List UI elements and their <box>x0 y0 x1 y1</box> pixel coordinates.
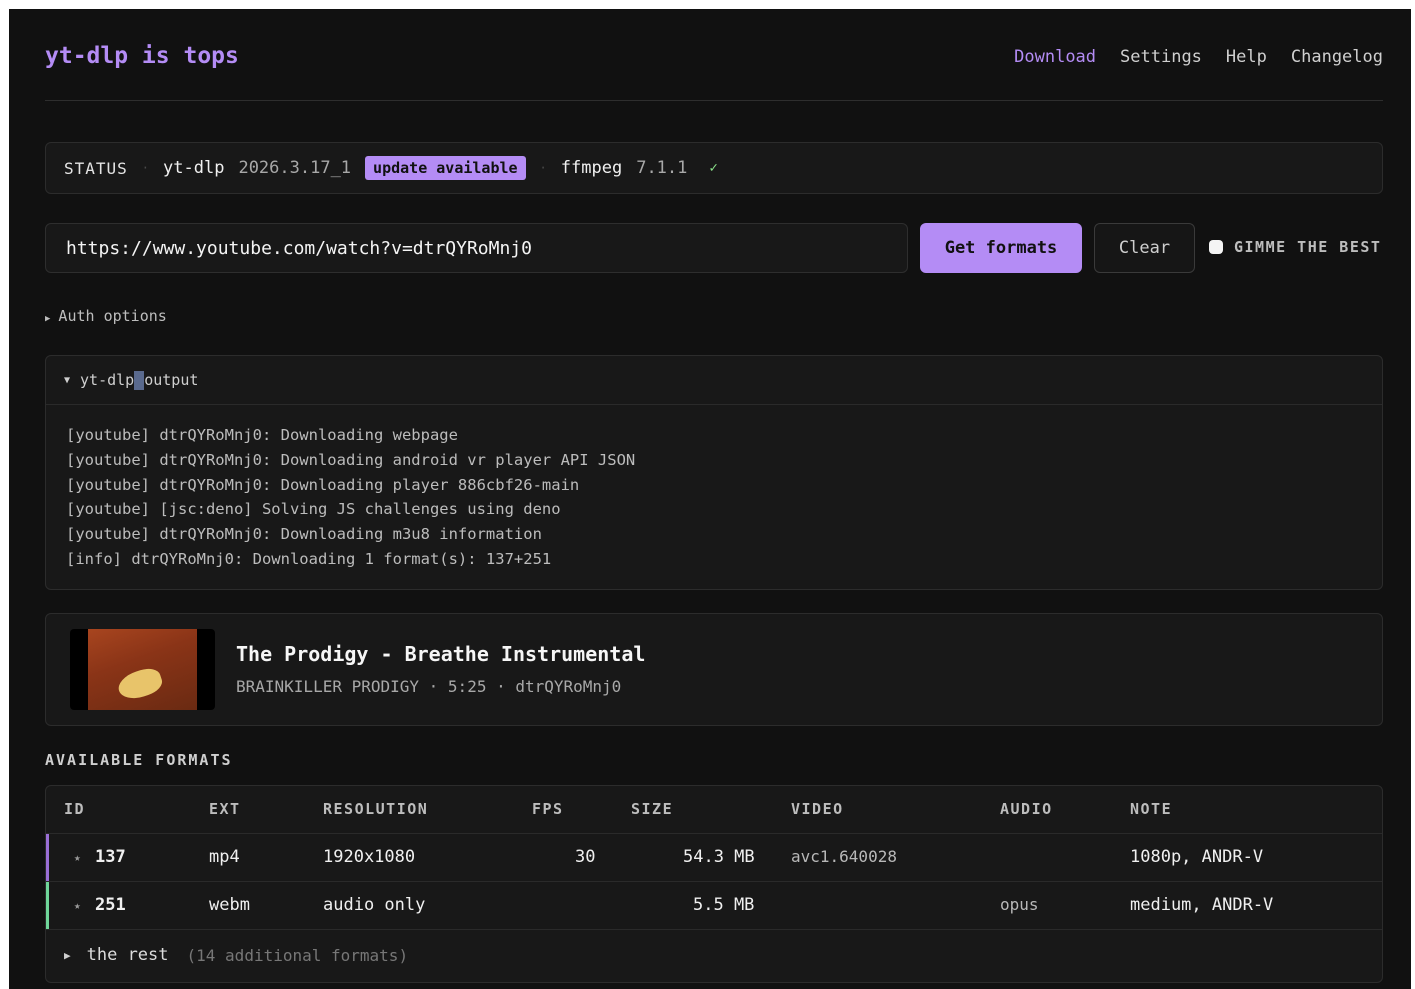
update-badge[interactable]: update available <box>365 156 526 180</box>
col-note[interactable]: NOTE <box>1130 800 1172 818</box>
table-row[interactable]: ★ 251 webm audio only 5.5 MB opus medium… <box>46 882 1382 930</box>
rest-label: the rest <box>86 945 169 965</box>
col-resolution[interactable]: RESOLUTION <box>323 800 428 818</box>
status-label: STATUS <box>64 158 128 178</box>
video-card: The Prodigy - Breathe Instrumental BRAIN… <box>45 613 1383 726</box>
log-line: [youtube] dtrQYRoMnj0: Downloading playe… <box>66 475 580 494</box>
url-input[interactable] <box>64 236 907 260</box>
format-id: 251 <box>95 895 126 915</box>
format-resolution: audio only <box>323 895 426 915</box>
output-header[interactable]: ▼ yt-dlp output <box>46 356 1382 405</box>
log-line: [info] dtrQYRoMnj0: Downloading 1 format… <box>66 549 552 568</box>
col-id[interactable]: ID <box>64 800 85 818</box>
format-resolution: 1920x1080 <box>323 847 416 867</box>
format-note: medium, ANDR-V <box>1130 895 1274 915</box>
output-panel: ▼ yt-dlp output [youtube] dtrQYRoMnj0: Do… <box>45 355 1383 590</box>
format-ext: mp4 <box>209 847 240 867</box>
ytdlp-version: 2026.3.17_1 <box>238 158 352 178</box>
gimme-checkbox[interactable] <box>1209 240 1223 254</box>
check-icon: ✓ <box>709 160 718 176</box>
status-bar: STATUS · yt-dlp 2026.3.17_1 update avail… <box>45 142 1383 194</box>
url-field[interactable] <box>45 223 908 273</box>
col-ext[interactable]: EXT <box>209 800 241 818</box>
thumbnail-image <box>88 629 197 710</box>
auth-options-label: Auth options <box>58 307 167 325</box>
format-audio: opus <box>1000 895 1039 914</box>
output-log: [youtube] dtrQYRoMnj0: Downloading webpa… <box>46 405 1382 572</box>
main-content: yt-dlp is tops Download Settings Help Ch… <box>45 9 1383 983</box>
star-icon: ★ <box>74 851 81 864</box>
video-title: The Prodigy - Breathe Instrumental <box>236 642 646 666</box>
triangle-down-icon: ▼ <box>64 374 71 386</box>
video-meta: BRAINKILLER PRODIGY · 5:25 · dtrQYRoMnj0 <box>236 677 622 696</box>
nav-bar: Download Settings Help Changelog <box>1014 47 1383 67</box>
format-fps: 30 <box>575 847 596 867</box>
col-audio[interactable]: AUDIO <box>1000 800 1053 818</box>
output-label-part: yt-dlp <box>80 371 135 389</box>
gimme-label: GIMME THE BEST <box>1234 238 1382 256</box>
row-accent <box>46 882 49 929</box>
format-note: 1080p, ANDR-V <box>1130 847 1264 867</box>
app-window: yt-dlp is tops Download Settings Help Ch… <box>9 9 1411 989</box>
col-video[interactable]: VIDEO <box>791 800 844 818</box>
text-cursor-icon <box>134 370 145 390</box>
format-size: 54.3 MB <box>683 847 755 867</box>
header: yt-dlp is tops Download Settings Help Ch… <box>45 9 1383 101</box>
output-label-part: output <box>144 371 199 389</box>
table-row[interactable]: ★ 137 mp4 1920x1080 30 54.3 MB avc1.6400… <box>46 834 1382 882</box>
formats-table: ID EXT RESOLUTION FPS SIZE VIDEO AUDIO N… <box>45 785 1383 983</box>
auth-options-toggle[interactable]: ▶ Auth options <box>45 307 167 325</box>
ffmpeg-name: ffmpeg <box>560 158 623 178</box>
rest-formats-toggle[interactable]: ▶ the rest (14 additional formats) <box>46 930 1382 980</box>
star-icon: ★ <box>74 899 81 912</box>
clear-button[interactable]: Clear <box>1094 223 1195 273</box>
col-size[interactable]: SIZE <box>631 800 673 818</box>
col-fps[interactable]: FPS <box>532 800 564 818</box>
triangle-right-icon: ▶ <box>64 948 71 962</box>
log-line: [youtube] [jsc:deno] Solving JS challeng… <box>66 500 561 519</box>
format-ext: webm <box>209 895 250 915</box>
triangle-right-icon: ▶ <box>45 314 51 324</box>
rest-count: (14 additional formats) <box>186 945 409 965</box>
nav-download[interactable]: Download <box>1014 47 1096 67</box>
formats-heading: AVAILABLE FORMATS <box>45 751 233 769</box>
fish-image-icon <box>115 664 165 704</box>
gimme-the-best-toggle[interactable]: GIMME THE BEST <box>1209 238 1381 256</box>
log-line: [youtube] dtrQYRoMnj0: Downloading m3u8 … <box>66 525 542 544</box>
format-size: 5.5 MB <box>693 895 755 915</box>
ytdlp-name: yt-dlp <box>163 158 225 178</box>
separator-dot-icon: · <box>141 161 150 175</box>
get-formats-button[interactable]: Get formats <box>920 223 1082 273</box>
log-line: [youtube] dtrQYRoMnj0: Downloading andro… <box>66 450 636 469</box>
nav-help[interactable]: Help <box>1226 47 1267 67</box>
format-video: avc1.640028 <box>791 847 897 866</box>
table-header: ID EXT RESOLUTION FPS SIZE VIDEO AUDIO N… <box>46 786 1382 834</box>
nav-settings[interactable]: Settings <box>1120 47 1202 67</box>
log-line: [youtube] dtrQYRoMnj0: Downloading webpa… <box>66 426 458 444</box>
separator-dot-icon: · <box>539 161 547 175</box>
brand-title: yt-dlp is tops <box>45 43 239 69</box>
video-thumbnail <box>70 629 215 710</box>
row-accent <box>46 834 49 881</box>
ffmpeg-version: 7.1.1 <box>636 158 688 178</box>
format-id: 137 <box>95 847 126 867</box>
nav-changelog[interactable]: Changelog <box>1291 47 1383 67</box>
